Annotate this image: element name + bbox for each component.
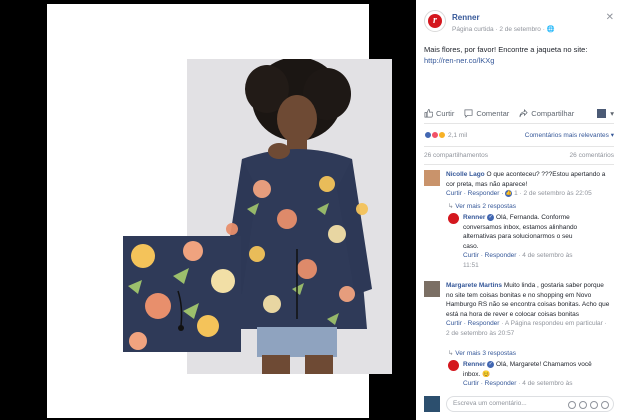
renner-logo: r <box>428 14 442 28</box>
user-avatar[interactable] <box>424 396 440 412</box>
like-badge-icon: 👍 <box>505 189 513 197</box>
like-label: Curtir <box>436 108 455 118</box>
comment-placeholder: Escreva um comentário... <box>453 400 527 407</box>
chevron-down-icon: ▾ <box>610 108 614 118</box>
comment-meta: Curtir · Responder · 👍 1 · 2 de setembro… <box>446 189 592 197</box>
comments-count[interactable]: 26 comentários <box>570 152 614 159</box>
comment-actions[interactable]: Curtir · Responder <box>446 320 499 327</box>
reply-body: Renner ✓ Olá, Margarete! Chamamos você i… <box>463 360 593 389</box>
comment-composer: Escreva um comentário... <box>424 394 614 414</box>
thumbs-up-icon <box>424 108 433 117</box>
view-replies-link[interactable]: ↳ Ver mais 2 respostas <box>448 202 516 210</box>
commenter-avatar[interactable] <box>424 281 440 297</box>
post-caption: Mais flores, por favor! Encontre a jaque… <box>424 45 588 54</box>
post-meta: Página curtida · 2 de setembro · 🌐 <box>452 26 555 33</box>
verified-badge-icon: ✓ <box>487 360 495 368</box>
comment-button[interactable]: Comentar <box>464 109 509 118</box>
comment-author[interactable]: Margarete Martins <box>446 282 502 289</box>
reply: Renner ✓ Olá, Margarete! Chamamos você i… <box>448 360 614 392</box>
stats-row: 26 compartilhamentos 26 comentários <box>424 152 614 159</box>
reply-body: Renner ✓ Olá, Fernanda. Conforme convers… <box>463 213 583 270</box>
comment-timestamp: 1 · 2 de setembro às 22:05 <box>514 190 592 197</box>
reply-author[interactable]: Renner <box>463 361 485 368</box>
wow-reaction-icon[interactable] <box>438 131 446 139</box>
view-replies-label: Ver mais 2 respostas <box>455 203 516 210</box>
renner-avatar[interactable] <box>448 360 459 371</box>
comment-icon <box>464 109 473 118</box>
composer-icons <box>568 401 609 409</box>
photo-viewer <box>0 0 416 420</box>
comment-body: Margarete Martins Muito linda , gostaria… <box>446 281 612 338</box>
share-icon <box>519 108 528 117</box>
gif-icon[interactable] <box>590 401 598 409</box>
reply-actions[interactable]: Curtir · Responder <box>463 380 516 387</box>
comment-meta: Curtir · Responder · A Página respondeu … <box>446 320 607 337</box>
shares-count[interactable]: 26 compartilhamentos <box>424 152 488 159</box>
reaction-count[interactable]: 2,1 mil <box>448 132 467 139</box>
post-as-dropdown[interactable]: ▾ <box>597 108 614 118</box>
divider <box>424 164 614 165</box>
reply-timestamp: · 4 de setembro às <box>516 380 573 387</box>
post-side-panel: r Renner Página curtida · 2 de setembro … <box>416 0 620 420</box>
post-text: Mais flores, por favor! Encontre a jaque… <box>424 44 614 66</box>
commenter-avatar[interactable] <box>424 170 440 186</box>
page-avatar[interactable]: r <box>424 10 446 32</box>
comment-body: Nicolle Lago O que aconteceu? ???Estou a… <box>446 170 612 199</box>
comment-sort-dropdown[interactable]: Comentários mais relevantes ▾ <box>525 131 614 139</box>
comment-input[interactable]: Escreva um comentário... <box>446 396 614 412</box>
camera-icon[interactable] <box>579 401 587 409</box>
divider <box>424 123 614 124</box>
comment-actions[interactable]: Curtir · Responder · <box>446 190 505 197</box>
reply-actions[interactable]: Curtir · Responder <box>463 252 516 259</box>
verified-badge-icon: ✓ <box>487 213 495 221</box>
reply: Renner ✓ Olá, Fernanda. Conforme convers… <box>448 213 614 269</box>
post-header: r Renner Página curtida · 2 de setembro … <box>424 10 614 40</box>
reply-author[interactable]: Renner <box>463 214 485 221</box>
sticker-icon[interactable] <box>601 401 609 409</box>
close-icon[interactable]: ✕ <box>606 12 614 23</box>
reply-meta: Curtir · Responder · 4 de setembro às <box>463 380 572 387</box>
comment-label: Comentar <box>476 108 510 118</box>
view-replies-label: Ver mais 3 respostas <box>455 350 516 357</box>
comment: Nicolle Lago O que aconteceu? ???Estou a… <box>424 170 614 200</box>
share-button[interactable]: Compartilhar <box>519 109 574 118</box>
divider <box>424 146 614 147</box>
action-bar: Curtir Comentar Compartilhar ▾ <box>424 106 614 120</box>
share-label: Compartilhar <box>531 108 575 118</box>
post-link[interactable]: http://ren-ner.co/lKXg <box>424 55 614 66</box>
view-replies-link[interactable]: ↳ Ver mais 3 respostas <box>448 349 516 357</box>
page-avatar-small-icon <box>597 108 607 118</box>
reactions-summary: 2,1 mil Comentários mais relevantes ▾ <box>424 128 614 142</box>
fabric-detail-photo <box>123 236 241 352</box>
page-name[interactable]: Renner <box>452 13 480 22</box>
comment-author[interactable]: Nicolle Lago <box>446 171 485 178</box>
like-button[interactable]: Curtir <box>424 109 454 118</box>
emoji-icon[interactable] <box>568 401 576 409</box>
reply-meta: Curtir · Responder · 4 de setembro às 11… <box>463 252 572 269</box>
renner-avatar[interactable] <box>448 213 459 224</box>
comment: Margarete Martins Muito linda , gostaria… <box>424 281 614 341</box>
post-image[interactable] <box>47 4 392 418</box>
